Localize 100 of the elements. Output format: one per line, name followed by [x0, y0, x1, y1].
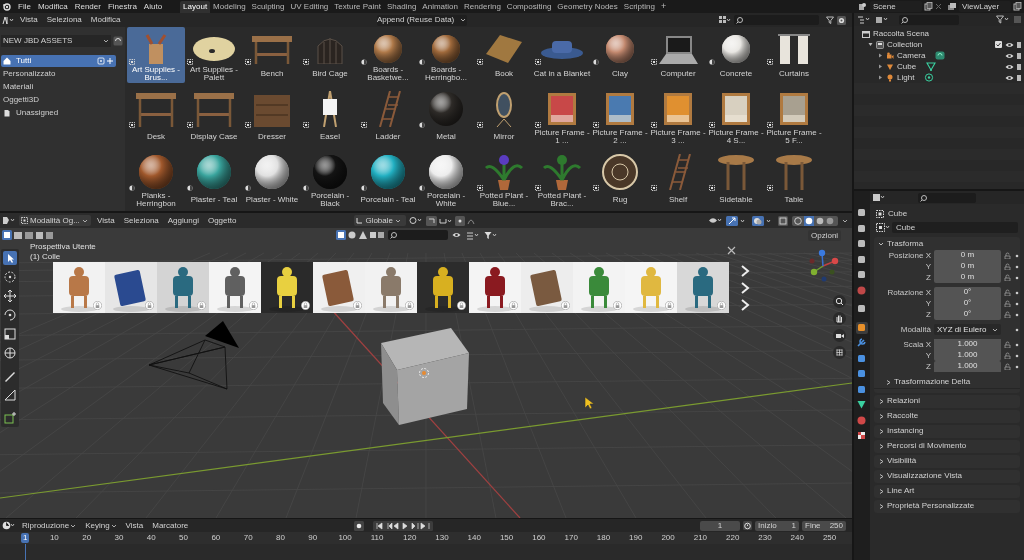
- outliner-item[interactable]: Camera: [897, 49, 926, 62]
- search-field[interactable]: [918, 192, 976, 203]
- playback-controls-icon[interactable]: [373, 520, 434, 531]
- number-field[interactable]: 0 m: [934, 272, 1001, 283]
- settings-icon[interactable]: [837, 15, 846, 25]
- asset-tile[interactable]: Computer: [649, 27, 707, 83]
- close-icon[interactable]: [727, 246, 736, 255]
- visibility-icon[interactable]: [1005, 40, 1014, 49]
- layers-icon[interactable]: [947, 2, 957, 11]
- blender-logo-icon[interactable]: [2, 1, 12, 12]
- menu-item[interactable]: Vista: [17, 14, 41, 26]
- view-layer-filter-icon[interactable]: [875, 15, 889, 24]
- move-icon[interactable]: [2, 288, 18, 304]
- measure-icon[interactable]: [2, 387, 18, 403]
- lock-icon[interactable]: [1004, 300, 1011, 307]
- asset-tile[interactable]: Rug: [591, 146, 649, 209]
- workspace-tab[interactable]: Scripting: [620, 0, 658, 13]
- workspace-tab[interactable]: Rendering: [460, 0, 504, 13]
- checkbox[interactable]: [995, 41, 1002, 48]
- expand-arrow-icon[interactable]: [878, 64, 883, 69]
- workspace-tab[interactable]: Shading: [384, 0, 420, 13]
- asset-tile[interactable]: Picture Frame - 2 ...: [591, 83, 649, 146]
- snap-icon[interactable]: [426, 215, 453, 226]
- view-layer-field[interactable]: ViewLayer: [959, 1, 1011, 12]
- object-name-field[interactable]: Cube: [892, 222, 1018, 233]
- visibility-icon[interactable]: [1005, 62, 1014, 71]
- outliner-item[interactable]: Cube: [897, 60, 917, 73]
- copy-icon[interactable]: [1013, 2, 1022, 11]
- mesh-data-icon[interactable]: [926, 62, 937, 71]
- number-field[interactable]: 0°: [934, 298, 1001, 309]
- mode-dropdown[interactable]: Modalità Og...: [19, 215, 91, 226]
- catalog-item[interactable]: Materiali: [1, 81, 116, 93]
- asset-tile[interactable]: Plaster - Teal: [185, 146, 243, 209]
- editor-type-icon[interactable]: [2, 216, 16, 225]
- menu-item[interactable]: Finestra: [104, 0, 140, 13]
- asset-tile[interactable]: Dresser: [243, 83, 301, 146]
- lock-icon[interactable]: [1004, 252, 1011, 259]
- catalog-item[interactable]: Personalizzato: [1, 68, 116, 80]
- workspace-tab[interactable]: Animation: [419, 0, 461, 13]
- object-icon[interactable]: [856, 321, 868, 334]
- scene-field[interactable]: Scene: [870, 1, 922, 12]
- asset-tile[interactable]: Bird Cage: [301, 27, 359, 83]
- menu-item[interactable]: Keying: [82, 519, 120, 532]
- filter-icon[interactable]: [826, 16, 834, 24]
- asset-tile[interactable]: Mirror: [475, 83, 533, 146]
- asset-tile[interactable]: Display Case: [185, 83, 243, 146]
- menu-item[interactable]: Aggiungi: [164, 214, 202, 227]
- asset-tile[interactable]: Easel: [301, 83, 359, 146]
- library-dropdown[interactable]: NEW JBD ASSETS: [1, 35, 111, 47]
- workspace-tab[interactable]: Layout: [180, 0, 211, 13]
- options-dropdown[interactable]: Opzioni: [808, 230, 842, 241]
- asset-tile[interactable]: Bench: [243, 27, 301, 83]
- orientation-dropdown[interactable]: Globale: [354, 215, 407, 226]
- display-mode-icon[interactable]: [857, 15, 871, 24]
- asset-tile[interactable]: Porcelain - Black: [301, 146, 359, 209]
- subpanel-header[interactable]: Trasformazione Delta: [874, 376, 1020, 389]
- expand-arrow-icon[interactable]: [878, 53, 883, 58]
- menu-item[interactable]: Seleziona: [43, 14, 85, 26]
- asset-tile[interactable]: Ladder: [359, 83, 417, 146]
- caret-icon[interactable]: [842, 217, 848, 224]
- add-workspace-button[interactable]: +: [657, 0, 670, 14]
- wrench-icon[interactable]: [856, 337, 868, 349]
- filter-icon[interactable]: [484, 231, 498, 240]
- start-frame-field[interactable]: Inizio 1: [755, 520, 799, 531]
- asset-tile[interactable]: Planks - Herringbon: [127, 146, 185, 209]
- menu-item[interactable]: Modifica: [87, 14, 124, 26]
- asset-tile[interactable]: Cat in a Blanket: [533, 27, 591, 83]
- zoom-icon[interactable]: [833, 295, 846, 308]
- asset-tile[interactable]: Porcelain - Teal: [359, 146, 417, 209]
- panel-header[interactable]: Percorsi di Movimento: [874, 439, 1020, 453]
- menu-item[interactable]: Vista: [94, 214, 118, 227]
- lock-icon[interactable]: [1004, 274, 1011, 281]
- stopwatch-icon[interactable]: [743, 521, 752, 530]
- collapse-arrow-icon[interactable]: [868, 42, 873, 47]
- catalog-item[interactable]: Tutti: [1, 55, 116, 67]
- add-cube-icon[interactable]: [2, 410, 18, 426]
- outliner-item[interactable]: Collection: [887, 38, 923, 51]
- import-mode-dropdown[interactable]: Append (Reuse Data): [376, 14, 467, 26]
- end-frame-field[interactable]: Fine 250: [802, 520, 846, 531]
- camera-data-icon[interactable]: [935, 51, 946, 60]
- select-box-icon[interactable]: [2, 250, 18, 266]
- asset-tile[interactable]: Metal: [417, 83, 475, 146]
- outliner-item[interactable]: Raccolta Scena: [873, 27, 930, 40]
- lock-icon[interactable]: [1004, 263, 1011, 270]
- light-data-icon[interactable]: [924, 73, 935, 82]
- menu-item[interactable]: Vista: [122, 519, 147, 532]
- menu-item[interactable]: Riproduzione: [19, 519, 80, 532]
- visibility-icon[interactable]: [708, 216, 722, 225]
- workspace-tab[interactable]: Compositing: [503, 0, 555, 13]
- workspace-tab[interactable]: UV Editing: [287, 0, 332, 13]
- menu-item[interactable]: Oggetto: [204, 214, 240, 227]
- panel-header[interactable]: Proprietà Personalizzate: [874, 499, 1020, 513]
- select-mode-icon[interactable]: [2, 230, 54, 240]
- visibility-icon[interactable]: [452, 231, 461, 239]
- asset-tile[interactable]: Shelf: [649, 146, 707, 209]
- editor-type-icon[interactable]: [872, 193, 886, 202]
- menu-item[interactable]: Modifica: [34, 0, 71, 13]
- lock-icon[interactable]: [1004, 363, 1011, 370]
- workspace-tab[interactable]: Modeling: [210, 0, 249, 13]
- number-field[interactable]: 0°: [934, 287, 1001, 298]
